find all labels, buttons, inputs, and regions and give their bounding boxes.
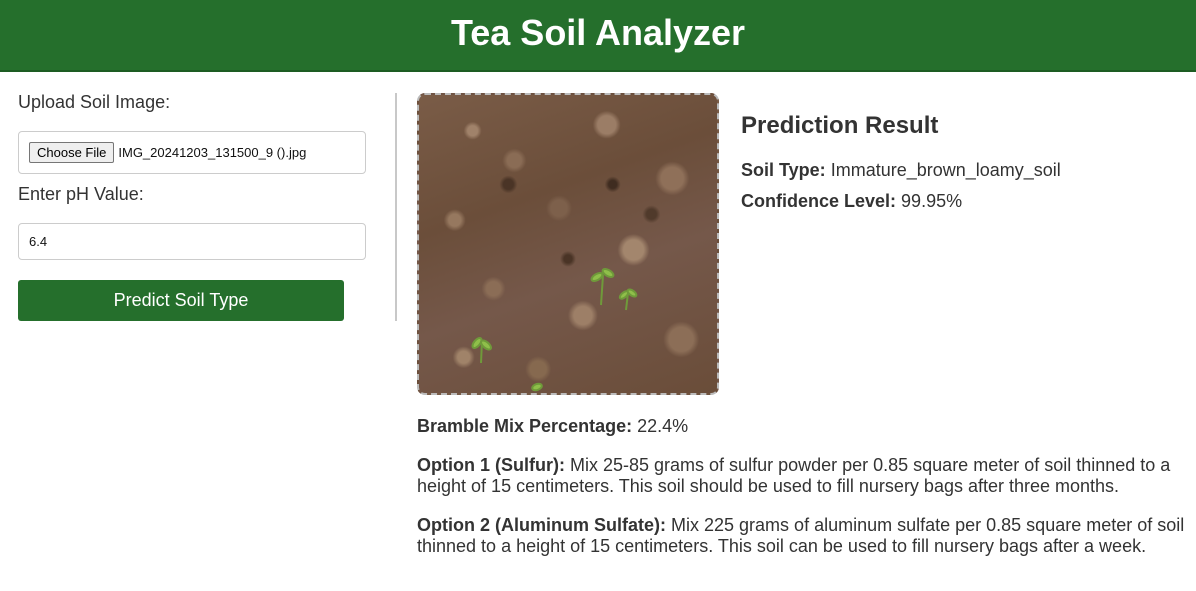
confidence-label: Confidence Level: [741, 191, 897, 211]
file-upload-field[interactable]: Choose File IMG_20241203_131500_9 ().jpg [18, 131, 366, 174]
app-title: Tea Soil Analyzer [450, 12, 746, 53]
soil-type-value: Immature_brown_loamy_soil [830, 160, 1061, 180]
option2-paragraph: Option 2 (Aluminum Sulfate): Mix 225 gra… [417, 515, 1187, 557]
choose-file-button[interactable]: Choose File [29, 142, 115, 163]
soil-image-preview [417, 93, 719, 395]
sprout-icon [471, 268, 638, 392]
option2-label: Option 2 (Aluminum Sulfate): [417, 515, 666, 535]
confidence-line: Confidence Level: 99.95% [741, 191, 962, 212]
bramble-mix-line: Bramble Mix Percentage: 22.4% [417, 416, 1187, 437]
soil-type-line: Soil Type: Immature_brown_loamy_soil [741, 160, 1061, 181]
bramble-mix-label: Bramble Mix Percentage: [417, 416, 633, 436]
confidence-value: 99.95% [901, 191, 963, 211]
selected-file-name: IMG_20241203_131500_9 ().jpg [118, 145, 307, 160]
prediction-result-title: Prediction Result [741, 112, 939, 139]
option1-paragraph: Option 1 (Sulfur): Mix 25-85 grams of su… [417, 455, 1187, 497]
bramble-mix-value: 22.4% [637, 416, 689, 436]
app-header: Tea Soil Analyzer [0, 0, 1196, 72]
soil-type-label: Soil Type: [741, 160, 826, 180]
upload-label: Upload Soil Image: [18, 92, 171, 112]
predict-soil-button[interactable]: Predict Soil Type [18, 280, 344, 321]
option1-label: Option 1 (Sulfur): [417, 455, 565, 475]
column-divider [395, 93, 397, 321]
ph-input[interactable] [18, 223, 366, 260]
ph-label: Enter pH Value: [18, 184, 144, 204]
